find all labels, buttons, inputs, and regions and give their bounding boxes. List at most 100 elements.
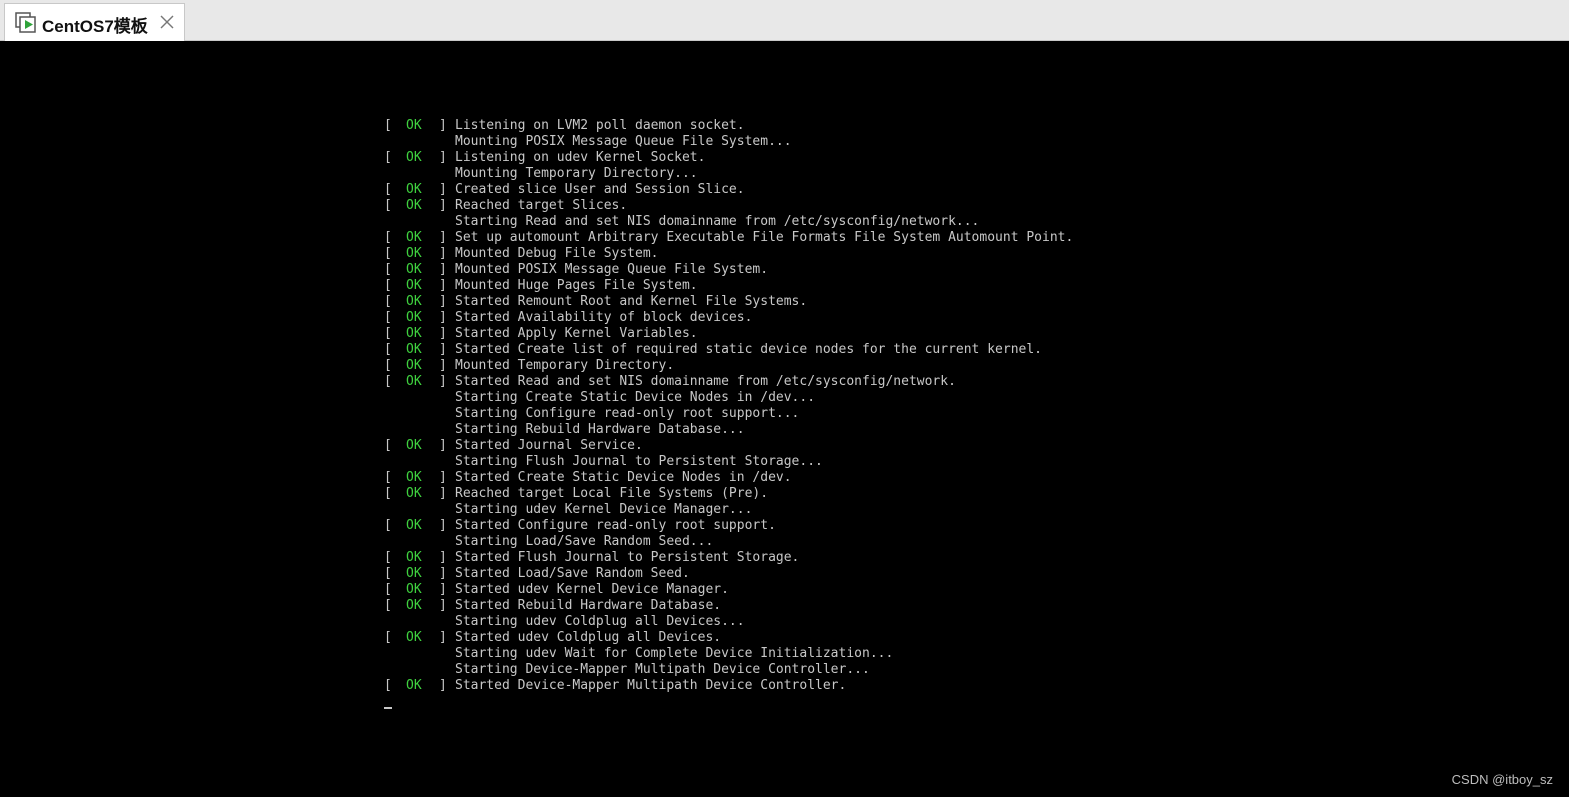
status-bracket-open: [ [384, 262, 392, 277]
log-message: Listening on udev Kernel Socket. [455, 150, 706, 165]
status-bracket-open: [ [384, 182, 392, 197]
status-ok: OK [406, 278, 422, 293]
close-icon[interactable] [158, 13, 176, 31]
status-bracket-close: ] [439, 150, 447, 165]
status-ok: OK [406, 486, 422, 501]
status-ok: OK [406, 182, 422, 197]
status-bracket-open: [ [384, 566, 392, 581]
log-message: Started Apply Kernel Variables. [455, 326, 698, 341]
status-ok: OK [406, 118, 422, 133]
log-message: Started udev Coldplug all Devices. [455, 630, 722, 645]
vm-icon [15, 12, 36, 33]
status-bracket-open: [ [384, 598, 392, 613]
log-message: Mounting POSIX Message Queue File System… [455, 134, 792, 149]
status-bracket-close: ] [439, 198, 447, 213]
status-bracket-close: ] [439, 566, 447, 581]
status-ok: OK [406, 150, 422, 165]
log-message: Mounted Debug File System. [455, 246, 659, 261]
log-message: Reached target Local File Systems (Pre). [455, 486, 769, 501]
log-message: Started Availability of block devices. [455, 310, 753, 325]
status-bracket-open: [ [384, 326, 392, 341]
status-bracket-open: [ [384, 550, 392, 565]
status-ok: OK [406, 294, 422, 309]
log-message: Starting Flush Journal to Persistent Sto… [455, 454, 823, 469]
log-message: Mounting Temporary Directory... [455, 166, 698, 181]
text-cursor [384, 707, 392, 709]
log-message: Starting Configure read-only root suppor… [455, 406, 800, 421]
status-ok: OK [406, 582, 422, 597]
status-bracket-close: ] [439, 550, 447, 565]
status-bracket-open: [ [384, 278, 392, 293]
log-message: Started Create list of required static d… [455, 342, 1042, 357]
status-ok: OK [406, 374, 422, 389]
log-message: Started Create Static Device Nodes in /d… [455, 470, 792, 485]
tab-centos7[interactable]: CentOS7模板 [4, 3, 185, 41]
log-message: Started udev Kernel Device Manager. [455, 582, 729, 597]
status-ok: OK [406, 550, 422, 565]
log-message: Mounted POSIX Message Queue File System. [455, 262, 769, 277]
status-bracket-close: ] [439, 678, 447, 693]
status-bracket-close: ] [439, 262, 447, 277]
status-ok: OK [406, 342, 422, 357]
status-bracket-open: [ [384, 470, 392, 485]
log-message: Starting Rebuild Hardware Database... [455, 422, 745, 437]
log-message: Listening on LVM2 poll daemon socket. [455, 118, 745, 133]
status-bracket-close: ] [439, 230, 447, 245]
log-message: Starting Read and set NIS domainname fro… [455, 214, 980, 229]
log-message: Starting udev Coldplug all Devices... [455, 614, 745, 629]
status-bracket-close: ] [439, 630, 447, 645]
status-ok: OK [406, 518, 422, 533]
status-ok: OK [406, 262, 422, 277]
status-bracket-close: ] [439, 342, 447, 357]
status-bracket-open: [ [384, 230, 392, 245]
status-ok: OK [406, 358, 422, 373]
status-bracket-close: ] [439, 598, 447, 613]
status-bracket-open: [ [384, 358, 392, 373]
status-bracket-close: ] [439, 326, 447, 341]
status-ok: OK [406, 198, 422, 213]
status-bracket-open: [ [384, 518, 392, 533]
status-ok: OK [406, 310, 422, 325]
status-ok: OK [406, 326, 422, 341]
log-message: Set up automount Arbitrary Executable Fi… [455, 230, 1074, 245]
status-bracket-close: ] [439, 582, 447, 597]
log-message: Created slice User and Session Slice. [455, 182, 745, 197]
status-bracket-close: ] [439, 310, 447, 325]
log-message: Starting Create Static Device Nodes in /… [455, 390, 816, 405]
status-bracket-open: [ [384, 198, 392, 213]
status-bracket-open: [ [384, 374, 392, 389]
status-bracket-close: ] [439, 358, 447, 373]
log-message: Mounted Temporary Directory. [455, 358, 675, 373]
status-bracket-open: [ [384, 310, 392, 325]
status-bracket-open: [ [384, 486, 392, 501]
status-bracket-open: [ [384, 630, 392, 645]
log-message: Started Device-Mapper Multipath Device C… [455, 678, 847, 693]
status-bracket-open: [ [384, 438, 392, 453]
status-bracket-close: ] [439, 374, 447, 389]
log-message: Started Rebuild Hardware Database. [455, 598, 722, 613]
tab-bar: CentOS7模板 [0, 0, 1569, 41]
status-ok: OK [406, 566, 422, 581]
watermark: CSDN @itboy_sz [1451, 772, 1553, 787]
log-message: Starting Load/Save Random Seed... [455, 534, 714, 549]
log-message: Started Load/Save Random Seed. [455, 566, 690, 581]
status-bracket-open: [ [384, 582, 392, 597]
log-message: Started Read and set NIS domainname from… [455, 374, 956, 389]
status-bracket-close: ] [439, 518, 447, 533]
status-bracket-open: [ [384, 150, 392, 165]
tab-title: CentOS7模板 [42, 17, 148, 36]
status-ok: OK [406, 630, 422, 645]
status-bracket-close: ] [439, 486, 447, 501]
status-bracket-close: ] [439, 246, 447, 261]
vm-console[interactable]: [ OK] Listening on LVM2 poll daemon socket… [0, 41, 1569, 797]
log-message: Starting udev Wait for Complete Device I… [455, 646, 894, 661]
status-bracket-open: [ [384, 342, 392, 357]
log-message: Reached target Slices. [455, 198, 628, 213]
status-bracket-close: ] [439, 294, 447, 309]
status-bracket-open: [ [384, 678, 392, 693]
status-bracket-close: ] [439, 278, 447, 293]
status-bracket-open: [ [384, 294, 392, 309]
status-ok: OK [406, 470, 422, 485]
status-bracket-close: ] [439, 438, 447, 453]
status-ok: OK [406, 230, 422, 245]
